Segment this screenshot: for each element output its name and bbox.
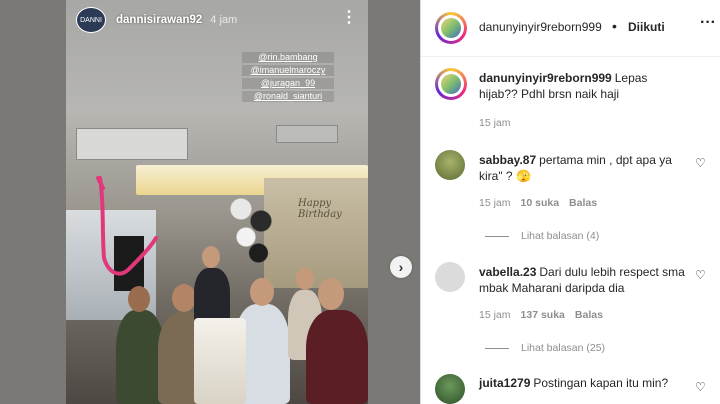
- comment-username[interactable]: juita1279: [479, 376, 530, 390]
- view-replies[interactable]: Lihat balasan (4): [485, 230, 599, 242]
- chevron-right-icon[interactable]: ›: [390, 256, 412, 278]
- story-username[interactable]: dannisirawan92: [116, 14, 202, 26]
- mention-tag[interactable]: @juragan_99: [242, 78, 334, 89]
- post-author-username[interactable]: danunyinyir9reborn999: [479, 20, 602, 34]
- comment-meta: 15 jam 137 suka Balas: [479, 309, 603, 321]
- comment-likes[interactable]: 10 suka: [521, 197, 560, 209]
- comment-text: sabbay.87 pertama min , dpt apa ya kira" …: [479, 152, 691, 184]
- person: [116, 310, 164, 404]
- avatar-logo-text: DANNI: [80, 16, 102, 24]
- pink-arrow-annotation: [96, 176, 158, 276]
- post-panel: danunyinyir9reborn999 • Diikuti ··· danu…: [420, 0, 720, 404]
- birthday-cake: [194, 318, 246, 404]
- caption-meta: 15 jam: [479, 117, 511, 129]
- mention-tag[interactable]: @ronald_sianturi: [242, 91, 334, 102]
- caption-text: danunyinyir9reborn999 Lepas hijab?? Pdhl …: [479, 70, 679, 102]
- caption-username[interactable]: danunyinyir9reborn999: [479, 71, 612, 85]
- person-head: [172, 284, 196, 312]
- separator-dot: •: [612, 18, 617, 34]
- caption-time: 15 jam: [479, 117, 511, 129]
- comment-body: Postingan kapan itu min?: [533, 376, 669, 390]
- mention-tag[interactable]: @imanuelmaroczy: [242, 65, 334, 76]
- comment-username[interactable]: sabbay.87: [479, 153, 536, 167]
- person: [306, 310, 368, 404]
- heart-icon[interactable]: ♡: [695, 268, 706, 282]
- heart-icon[interactable]: ♡: [695, 380, 706, 394]
- caption-avatar[interactable]: [435, 68, 467, 100]
- comment-avatar[interactable]: [435, 262, 465, 292]
- following-button[interactable]: Diikuti: [628, 20, 665, 34]
- person-head: [318, 278, 344, 310]
- comment-text: vabella.23 Dari dulu lebih respect sma mb…: [479, 264, 691, 296]
- story-avatar[interactable]: DANNI: [76, 7, 106, 33]
- comment-avatar[interactable]: [435, 374, 465, 404]
- story-media[interactable]: Happy Birthday @rin.bambang @imanuelmaro…: [66, 0, 368, 404]
- person-head: [250, 278, 274, 306]
- next-glyph: ›: [398, 259, 404, 275]
- balloons: [226, 185, 276, 265]
- comment-meta: 15 jam 10 suka Balas: [479, 197, 597, 209]
- reply-button[interactable]: Balas: [575, 309, 603, 321]
- comment-likes[interactable]: 137 suka: [521, 309, 565, 321]
- comment-avatar[interactable]: [435, 150, 465, 180]
- view-replies-label: Lihat balasan (4): [521, 230, 600, 242]
- more-icon[interactable]: ···: [700, 14, 716, 32]
- comment-time: 15 jam: [479, 197, 511, 209]
- story-viewer: Happy Birthday @rin.bambang @imanuelmaro…: [0, 0, 420, 404]
- story-header: DANNI dannisirawan92 4 jam: [76, 7, 238, 33]
- party-backdrop: [264, 178, 368, 288]
- view-replies[interactable]: Lihat balasan (25): [485, 342, 605, 354]
- person-head: [202, 246, 220, 268]
- replies-line: [485, 235, 509, 237]
- replies-line: [485, 347, 509, 349]
- view-replies-label: Lihat balasan (25): [521, 342, 606, 354]
- post-header: danunyinyir9reborn999 • Diikuti ···: [421, 0, 720, 57]
- comment-text: juita1279 Postingan kapan itu min?: [479, 375, 691, 391]
- ceiling-vent-small: [276, 125, 338, 143]
- reply-button[interactable]: Balas: [569, 197, 597, 209]
- post-author-avatar[interactable]: [435, 12, 467, 44]
- more-icon[interactable]: ⋮: [341, 10, 357, 26]
- person-head: [296, 268, 314, 290]
- mention-stickers: @rin.bambang @imanuelmaroczy @juragan_99…: [242, 52, 334, 104]
- heart-icon[interactable]: ♡: [695, 156, 706, 170]
- story-timestamp: 4 jam: [210, 14, 238, 26]
- mention-tag[interactable]: @rin.bambang: [242, 52, 334, 63]
- ceiling-vent: [76, 128, 188, 160]
- comment-time: 15 jam: [479, 309, 511, 321]
- backdrop-text: Happy Birthday: [298, 198, 342, 220]
- comment-username[interactable]: vabella.23: [479, 265, 536, 279]
